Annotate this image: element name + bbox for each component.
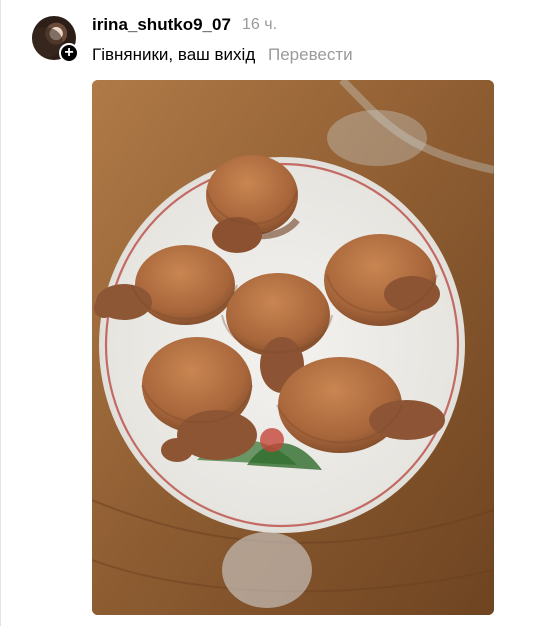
post-timestamp[interactable]: 16 ч. [242, 16, 277, 34]
post-caption: Гівняники, ваш вихід Перевести [92, 45, 353, 65]
post-username[interactable]: irina_shutko9_07 [92, 15, 231, 35]
caption-text: Гівняники, ваш вихід [92, 45, 256, 64]
translate-link[interactable]: Перевести [268, 45, 353, 64]
panel-border [0, 0, 1, 626]
post-image[interactable] [92, 80, 494, 615]
follow-plus-icon[interactable]: + [59, 43, 79, 63]
